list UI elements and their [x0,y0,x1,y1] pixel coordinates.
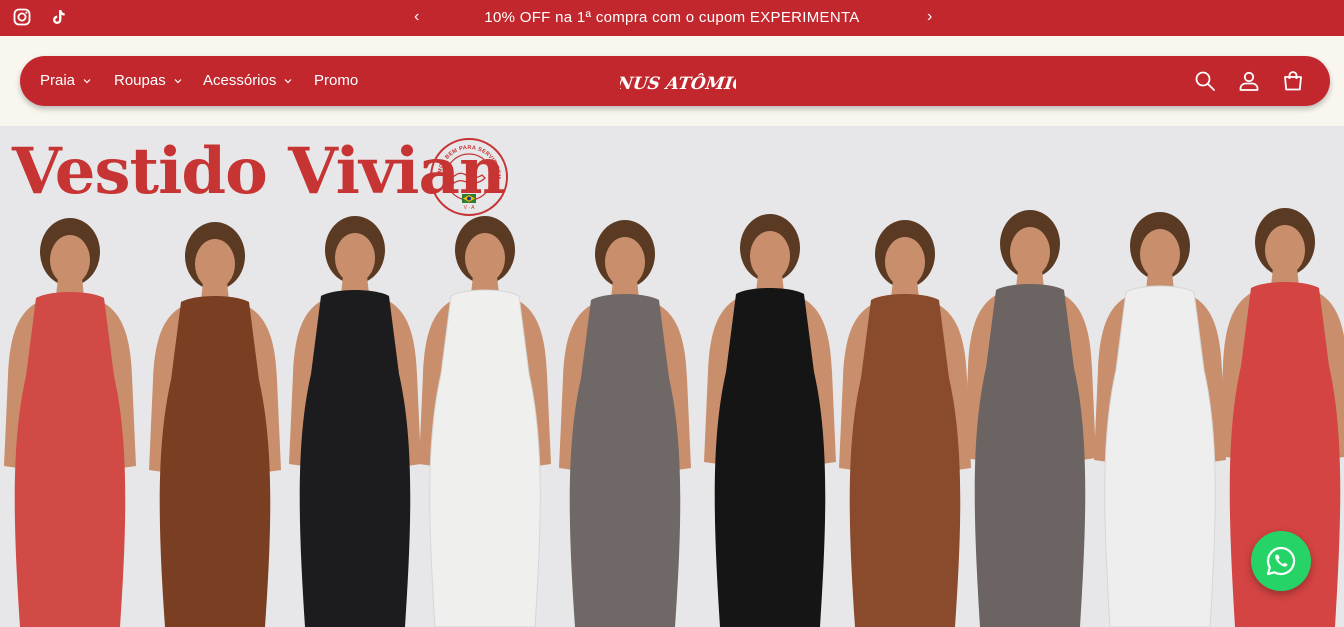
announcement-message: 10% OFF na 1ª compra com o cupom EXPERIM… [484,9,860,26]
announcement-next-button[interactable]: › [927,8,932,26]
nav-item-label: Acessórios [203,72,277,89]
hero-models-image [4,208,1344,627]
model-figure [149,222,281,627]
logo-text: VÊNUS ATÔMICA [620,73,736,94]
whatsapp-chat-button[interactable] [1251,531,1311,591]
model-figure [289,216,421,627]
nav-item-acessorios[interactable]: Acessórios [203,72,292,89]
hero-banner[interactable]: Vestido Vivian [0,126,1344,627]
nav-item-promo[interactable]: Promo [314,72,358,89]
cart-icon[interactable] [1281,69,1305,93]
model-figure [559,220,691,627]
chevron-down-icon [83,78,91,83]
nav-item-label: Promo [314,72,359,89]
chevron-down-icon [174,78,182,83]
nav-item-praia[interactable]: Praia [40,72,91,89]
model-figure [4,218,136,627]
brand-seal: SERVIMOS BEM PARA SERVIR SEMPRE V · A [428,136,508,216]
seal-text: SERVIMOS BEM PARA SERVIR SEMPRE [428,136,501,179]
search-icon[interactable] [1193,69,1217,93]
site-header: Praia Roupas Acessórios Promo VÊNUS ATÔM… [0,36,1344,126]
model-figure [419,216,551,627]
nav-bar: Praia Roupas Acessórios Promo VÊNUS ATÔM… [20,56,1330,106]
svg-text:SERVIMOS BEM PARA SERVIR SEMPR: SERVIMOS BEM PARA SERVIR SEMPRE [428,136,501,179]
account-icon[interactable] [1237,69,1261,93]
model-figure [1094,212,1226,627]
chevron-down-icon [284,78,292,83]
announcement-bar: ‹ 10% OFF na 1ª compra com o cupom EXPER… [0,0,1344,36]
whatsapp-icon [1266,546,1296,576]
nav-item-label: Roupas [114,72,166,89]
nav-item-roupas[interactable]: Roupas [114,72,182,89]
model-figure [839,220,971,627]
model-figure [704,214,836,627]
seal-letters: V · A [464,205,476,211]
model-figure [964,210,1096,627]
nav-item-label: Praia [40,72,76,89]
brand-logo[interactable]: VÊNUS ATÔMICA [620,64,736,98]
